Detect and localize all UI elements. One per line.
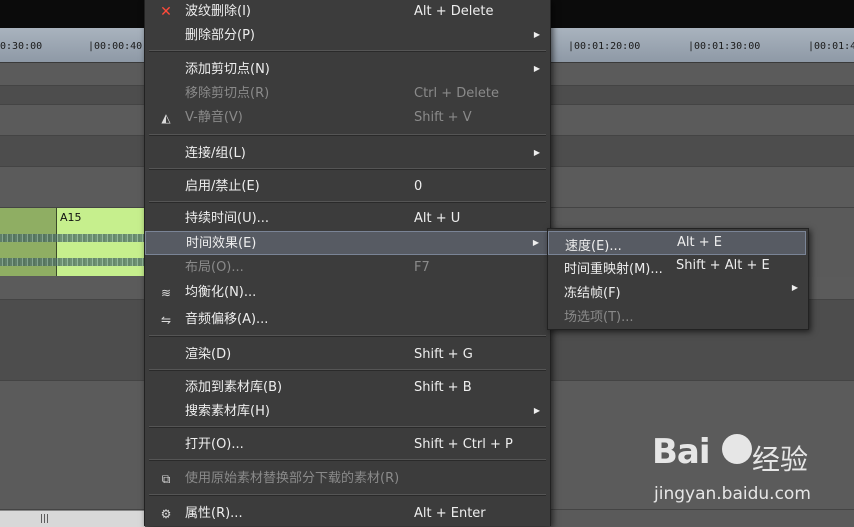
audio-waveform [0, 234, 146, 242]
menu-separator [149, 168, 546, 170]
menu-item-audio-offset[interactable]: ⇋ 音频偏移(A)... [145, 308, 550, 332]
menu-item-render[interactable]: 渲染(D) Shift + G [145, 343, 550, 367]
menu-item-shortcut: Shift + V [414, 110, 472, 125]
menu-item-duration[interactable]: 持续时间(U)... Alt + U [145, 207, 550, 231]
menu-item-label: 搜索素材库(H) [185, 404, 270, 419]
ruler-tick: |00:01:4 [808, 41, 854, 52]
menu-separator [149, 50, 546, 52]
equalizer-icon: ≋ [160, 286, 172, 300]
submenu-arrow-icon: ▶ [533, 64, 540, 73]
menu-item-label: 属性(R)... [185, 506, 243, 521]
menu-item-label: 布局(O)... [185, 260, 244, 275]
submenu-item-freeze-frame[interactable]: 冻结帧(F) ▶ [548, 279, 806, 303]
menu-item-delete-part[interactable]: 删除部分(P) ▶ [145, 24, 550, 48]
submenu-arrow-icon: ▶ [533, 30, 540, 39]
submenu-item-time-remap[interactable]: 时间重映射(M)... Shift + Alt + E [548, 255, 806, 279]
menu-item-shortcut: 0 [414, 179, 423, 194]
menu-item-label: 均衡化(N)... [185, 285, 257, 300]
menu-item-shortcut: Alt + Delete [414, 4, 494, 19]
ruler-tick: 0:30:00 [0, 41, 43, 52]
submenu-arrow-icon: ▶ [533, 148, 540, 157]
menu-item-shortcut: Alt + E [677, 235, 722, 250]
menu-item-label: 删除部分(P) [185, 28, 255, 43]
menu-item-label: 速度(E)... [565, 239, 622, 254]
mute-icon: ◭ [161, 111, 171, 125]
menu-item-label: 时间重映射(M)... [564, 262, 663, 277]
menu-item-shortcut: Alt + Enter [414, 506, 486, 521]
menu-item-link-group[interactable]: 连接/组(L) ▶ [145, 142, 550, 166]
submenu-arrow-icon: ▶ [532, 238, 539, 247]
menu-item-open[interactable]: 打开(O)... Shift + Ctrl + P [145, 433, 550, 457]
menu-item-replace-source: ⧉ 使用原始素材替换部分下载的素材(R) [145, 467, 550, 491]
submenu-item-speed[interactable]: 速度(E)... Alt + E [548, 231, 806, 255]
submenu-arrow-icon: ▶ [533, 406, 540, 415]
submenu-arrow-icon: ▶ [791, 283, 798, 292]
replace-icon: ⧉ [161, 472, 171, 486]
menu-item-label: 渲染(D) [185, 347, 232, 362]
scrollbar-grip-icon[interactable]: ||| [40, 514, 49, 524]
clip-label: A15 [60, 211, 82, 224]
menu-item-shortcut: Ctrl + Delete [414, 86, 500, 101]
audio-shift-icon: ⇋ [160, 313, 172, 327]
menu-item-label: V-静音(V) [185, 110, 243, 125]
menu-item-equalize[interactable]: ≋ 均衡化(N)... [145, 281, 550, 305]
menu-separator [149, 335, 546, 337]
menu-separator [149, 134, 546, 136]
menu-item-v-mute: ◭ V-静音(V) Shift + V [145, 106, 550, 130]
menu-item-time-effect[interactable]: 时间效果(E) ▶ [145, 231, 550, 255]
time-effect-submenu: 速度(E)... Alt + E 时间重映射(M)... Shift + Alt… [547, 228, 809, 330]
menu-item-enable-disable[interactable]: 启用/禁止(E) 0 [145, 175, 550, 199]
horizontal-scrollbar[interactable] [0, 510, 145, 527]
menu-item-shortcut: Shift + G [414, 347, 473, 362]
menu-item-shortcut: Shift + Ctrl + P [414, 437, 513, 452]
menu-item-label: 添加剪切点(N) [185, 62, 270, 77]
menu-item-label: 使用原始素材替换部分下载的素材(R) [185, 471, 400, 486]
paw-logo-icon [722, 434, 752, 464]
menu-item-properties[interactable]: ⚙ 属性(R)... Alt + Enter [145, 502, 550, 526]
properties-icon: ⚙ [160, 507, 172, 521]
ruler-tick: |00:01:30:00 [688, 41, 761, 52]
menu-item-label: 场选项(T)... [564, 310, 634, 325]
menu-separator [149, 426, 546, 428]
audio-waveform [0, 258, 146, 266]
menu-item-ripple-delete[interactable]: ✕ 波纹删除(I) Alt + Delete [145, 0, 550, 24]
watermark-brand: Bai [652, 432, 711, 472]
menu-item-add-cut-point[interactable]: 添加剪切点(N) ▶ [145, 58, 550, 82]
menu-item-label: 时间效果(E) [186, 236, 257, 251]
menu-item-search-bin[interactable]: 搜索素材库(H) ▶ [145, 400, 550, 424]
menu-item-label: 持续时间(U)... [185, 211, 270, 226]
watermark-url: jingyan.baidu.com [654, 484, 811, 504]
menu-item-label: 连接/组(L) [185, 146, 246, 161]
context-menu: ✕ 波纹删除(I) Alt + Delete 删除部分(P) ▶ 添加剪切点(N… [144, 0, 551, 526]
menu-item-label: 冻结帧(F) [564, 286, 621, 301]
menu-item-shortcut: Shift + B [414, 380, 472, 395]
watermark-brand-suffix: 经验 [752, 443, 809, 476]
menu-item-shortcut: Shift + Alt + E [676, 258, 770, 273]
ruler-tick: |00:00:40 [88, 41, 143, 52]
menu-item-remove-cut-point: 移除剪切点(R) Ctrl + Delete [145, 82, 550, 106]
menu-item-label: 打开(O)... [185, 437, 244, 452]
menu-separator [149, 369, 546, 371]
menu-item-label: 波纹删除(I) [185, 4, 251, 19]
menu-item-layout: 布局(O)... F7 [145, 256, 550, 280]
baidu-watermark: Bai 经验 jingyan.baidu.com [652, 432, 852, 516]
menu-item-label: 音频偏移(A)... [185, 312, 269, 327]
menu-separator [149, 494, 546, 496]
menu-item-add-to-bin[interactable]: 添加到素材库(B) Shift + B [145, 376, 550, 400]
menu-separator [149, 459, 546, 461]
menu-item-label: 移除剪切点(R) [185, 86, 270, 101]
menu-separator [149, 201, 546, 203]
menu-item-label: 添加到素材库(B) [185, 380, 283, 395]
menu-item-shortcut: Alt + U [414, 211, 461, 226]
ruler-tick: |00:01:20:00 [568, 41, 641, 52]
menu-item-label: 启用/禁止(E) [185, 179, 260, 194]
menu-item-shortcut: F7 [414, 260, 430, 275]
close-icon: ✕ [160, 4, 172, 20]
submenu-item-field-options: 场选项(T)... [548, 303, 806, 327]
